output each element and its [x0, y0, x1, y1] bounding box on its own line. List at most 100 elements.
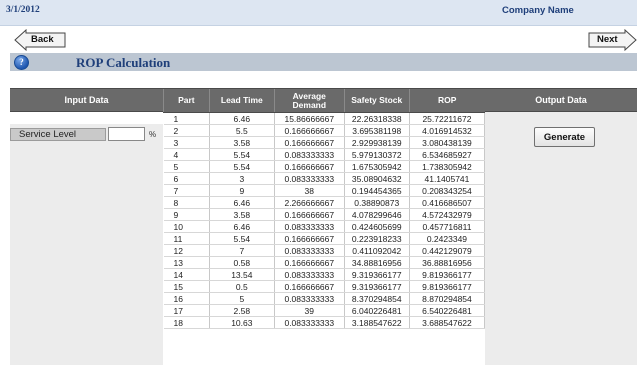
safety-stock-cell: 34.88816956 [344, 256, 410, 269]
lead-time-cell: 6.46 [209, 112, 275, 125]
average-demand-cell: 2.266666667 [274, 196, 345, 209]
average-demand-cell: 0.166666667 [274, 136, 345, 149]
average-demand-cell: 0.083333333 [274, 316, 345, 329]
table-row: 18 10.63 0.083333333 3.188547622 3.688547622 [163, 316, 486, 329]
average-demand-cell: 0.083333333 [274, 148, 345, 161]
part-cell: 2 [163, 124, 210, 137]
part-cell: 5 [163, 160, 210, 173]
lead-time-cell: 6.46 [209, 196, 275, 209]
lead-time-cell: 5.54 [209, 148, 275, 161]
part-cell: 1 [163, 112, 210, 125]
part-cell: 13 [163, 256, 210, 269]
table-row: 10 6.46 0.083333333 0.424605699 0.457716811 [163, 220, 486, 233]
lead-time-cell: 6.46 [209, 220, 275, 233]
report-date: 3/1/2012 [6, 5, 40, 15]
lead-time-cell: 13.54 [209, 268, 275, 281]
part-cell: 12 [163, 244, 210, 257]
output-data-heading: Output Data [485, 88, 637, 112]
rop-cell: 41.1405741 [409, 172, 486, 185]
rop-cell: 1.738305942 [409, 160, 486, 173]
safety-stock-cell: 22.26318338 [344, 112, 410, 125]
lead-time-cell: 9 [209, 184, 275, 197]
part-cell: 14 [163, 268, 210, 281]
table-row: 17 2.58 39 6.040226481 6.540226481 [163, 304, 486, 317]
part-cell: 7 [163, 184, 210, 197]
rop-cell: 0.457716811 [409, 220, 486, 233]
table-row: 16 5 0.083333333 8.370294854 8.870294854 [163, 292, 486, 305]
lead-time-cell: 0.5 [209, 280, 275, 293]
rop-cell: 0.208343254 [409, 184, 486, 197]
part-cell: 16 [163, 292, 210, 305]
safety-stock-cell: 0.194454365 [344, 184, 410, 197]
part-cell: 9 [163, 208, 210, 221]
average-demand-cell: 15.86666667 [274, 112, 345, 125]
average-demand-cell: 0.083333333 [274, 244, 345, 257]
page-title: ROP Calculation [76, 55, 171, 70]
part-cell: 17 [163, 304, 210, 317]
table-row: 1 6.46 15.86666667 22.26318338 25.72211672 [163, 112, 486, 125]
column-header-lead-time: Lead Time [208, 88, 275, 113]
input-data-heading: Input Data [10, 88, 163, 112]
rop-cell: 0.442129079 [409, 244, 486, 257]
lead-time-cell: 5.54 [209, 160, 275, 173]
average-demand-cell: 0.083333333 [274, 292, 345, 305]
average-demand-cell: 0.083333333 [274, 220, 345, 233]
rop-cell: 8.870294854 [409, 292, 486, 305]
percent-unit: % [149, 130, 157, 139]
table-row: 14 13.54 0.083333333 9.319366177 9.819366177 [163, 268, 486, 281]
service-level-input[interactable] [108, 127, 145, 141]
next-button[interactable]: Next [588, 29, 637, 51]
lead-time-cell: 2.58 [209, 304, 275, 317]
lead-time-cell: 5.5 [209, 124, 275, 137]
average-demand-cell: 38 [274, 184, 345, 197]
average-demand-cell: 0.083333333 [274, 172, 345, 185]
company-name: Company Name [502, 5, 574, 16]
table-row: 4 5.54 0.083333333 5.979130372 6.534685927 [163, 148, 486, 161]
rop-cell: 6.540226481 [409, 304, 486, 317]
column-header-rop: ROP [408, 88, 485, 113]
safety-stock-cell: 0.424605699 [344, 220, 410, 233]
part-cell: 11 [163, 232, 210, 245]
table-row: 12 7 0.083333333 0.411092042 0.442129079 [163, 244, 486, 257]
table-row: 6 3 0.083333333 35.08904632 41.1405741 [163, 172, 486, 185]
table-row: 9 3.58 0.166666667 4.078299646 4.572432979 [163, 208, 486, 221]
next-button-label: Next [597, 34, 618, 45]
lead-time-cell: 7 [209, 244, 275, 257]
safety-stock-cell: 5.979130372 [344, 148, 410, 161]
table-row: 15 0.5 0.166666667 9.319366177 9.819366177 [163, 280, 486, 293]
table-row: 8 6.46 2.266666667 0.38890873 0.416686507 [163, 196, 486, 209]
table-row: 13 0.58 0.166666667 34.88816956 36.88816956 [163, 256, 486, 269]
column-header-average-demand: Average Demand [273, 88, 345, 113]
safety-stock-cell: 6.040226481 [344, 304, 410, 317]
rop-cell: 9.819366177 [409, 268, 486, 281]
part-cell: 15 [163, 280, 210, 293]
average-demand-cell: 39 [274, 304, 345, 317]
lead-time-cell: 10.63 [209, 316, 275, 329]
lead-time-cell: 5 [209, 292, 275, 305]
column-header-safety-stock: Safety Stock [343, 88, 410, 113]
part-cell: 4 [163, 148, 210, 161]
safety-stock-cell: 1.675305942 [344, 160, 410, 173]
rop-cell: 4.572432979 [409, 208, 486, 221]
table-header-row: Part Lead Time Average Demand Safety Sto… [163, 88, 485, 113]
safety-stock-cell: 0.223918233 [344, 232, 410, 245]
rop-cell: 0.416686507 [409, 196, 486, 209]
generate-button[interactable]: Generate [534, 127, 595, 147]
average-demand-cell: 0.166666667 [274, 280, 345, 293]
table-row: 2 5.5 0.166666667 3.695381198 4.016914532 [163, 124, 486, 137]
part-cell: 3 [163, 136, 210, 149]
rop-table: Part Lead Time Average Demand Safety Sto… [163, 88, 486, 329]
column-header-part: Part [163, 88, 210, 113]
output-panel [485, 112, 637, 365]
table-row: 11 5.54 0.166666667 0.223918233 0.2423349 [163, 232, 486, 245]
part-cell: 6 [163, 172, 210, 185]
lead-time-cell: 3.58 [209, 136, 275, 149]
back-button[interactable]: Back [14, 29, 66, 51]
average-demand-cell: 0.166666667 [274, 232, 345, 245]
rop-cell: 3.080438139 [409, 136, 486, 149]
rop-cell: 9.819366177 [409, 280, 486, 293]
average-demand-cell: 0.166666667 [274, 256, 345, 269]
safety-stock-cell: 35.08904632 [344, 172, 410, 185]
safety-stock-cell: 0.411092042 [344, 244, 410, 257]
help-icon[interactable]: ? [14, 55, 29, 70]
